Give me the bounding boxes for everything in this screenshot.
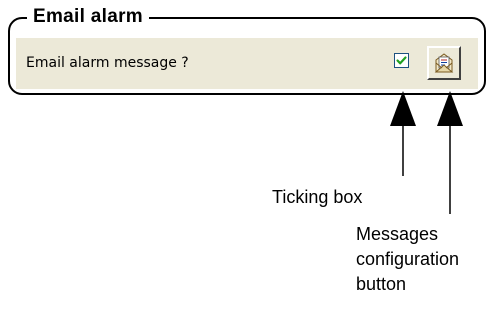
config-button-arrow [437, 91, 463, 214]
config-annotation-line-1: Messages [356, 224, 439, 244]
config-annotation-line-3: button [356, 274, 407, 294]
ticking-box-annotation: Ticking box [272, 187, 363, 207]
config-button-annotation: Messages configuration button [356, 222, 492, 297]
config-annotation-line-2: configuration [356, 249, 460, 269]
ticking-box-arrow [390, 91, 416, 176]
